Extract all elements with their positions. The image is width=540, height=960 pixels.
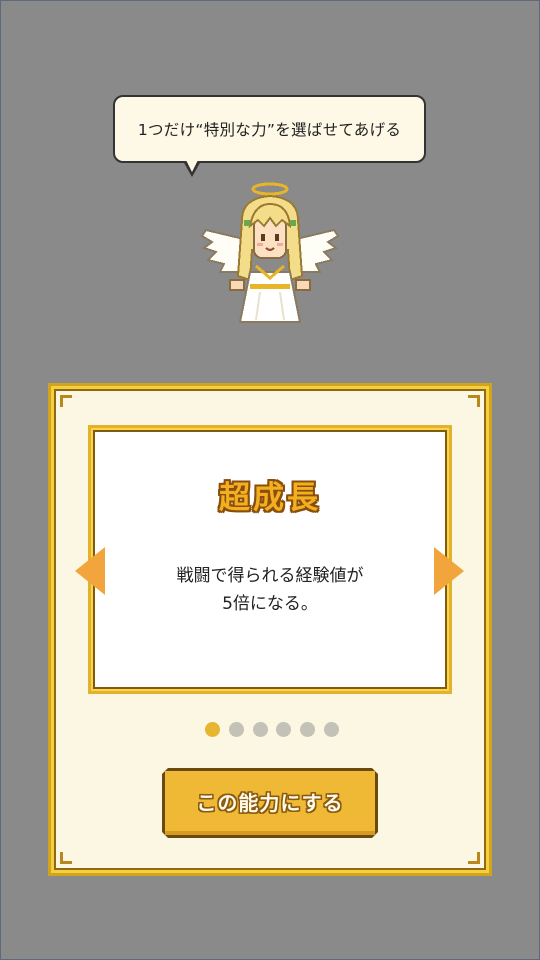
ability-description: 戦闘で得られる経験値が 5倍になる。 <box>95 562 445 618</box>
ability-card: 超成長 戦闘で得られる経験値が 5倍になる。 <box>88 425 452 694</box>
speech-bubble-tail <box>183 160 201 177</box>
ability-name: 超成長 <box>219 480 321 516</box>
dialogue-text: 1つだけ“特別な力”を選ばせてあげる <box>137 121 402 139</box>
panel-corner-ornament <box>468 852 480 864</box>
arrow-right-icon[interactable] <box>434 547 464 595</box>
choose-ability-button-label: この能力にする <box>196 790 344 815</box>
pagination-dot[interactable] <box>323 722 339 737</box>
pagination-dots <box>205 722 339 738</box>
angel-sprite <box>200 182 340 323</box>
ability-description-line: 5倍になる。 <box>222 594 318 614</box>
pagination-dot[interactable] <box>276 722 292 737</box>
speech-bubble: 1つだけ“特別な力”を選ばせてあげる <box>113 95 426 163</box>
pagination-dot[interactable] <box>228 722 244 737</box>
panel-corner-ornament <box>468 395 480 407</box>
pagination-dot-active[interactable] <box>205 722 220 737</box>
pagination-dot[interactable] <box>300 722 316 737</box>
panel-corner-ornament <box>60 395 72 407</box>
pagination-dot[interactable] <box>252 722 268 737</box>
choose-ability-button[interactable]: この能力にする <box>162 768 378 838</box>
ability-description-line: 戦闘で得られる経験値が <box>176 566 364 586</box>
arrow-left-icon[interactable] <box>75 547 105 595</box>
panel-corner-ornament <box>60 852 72 864</box>
